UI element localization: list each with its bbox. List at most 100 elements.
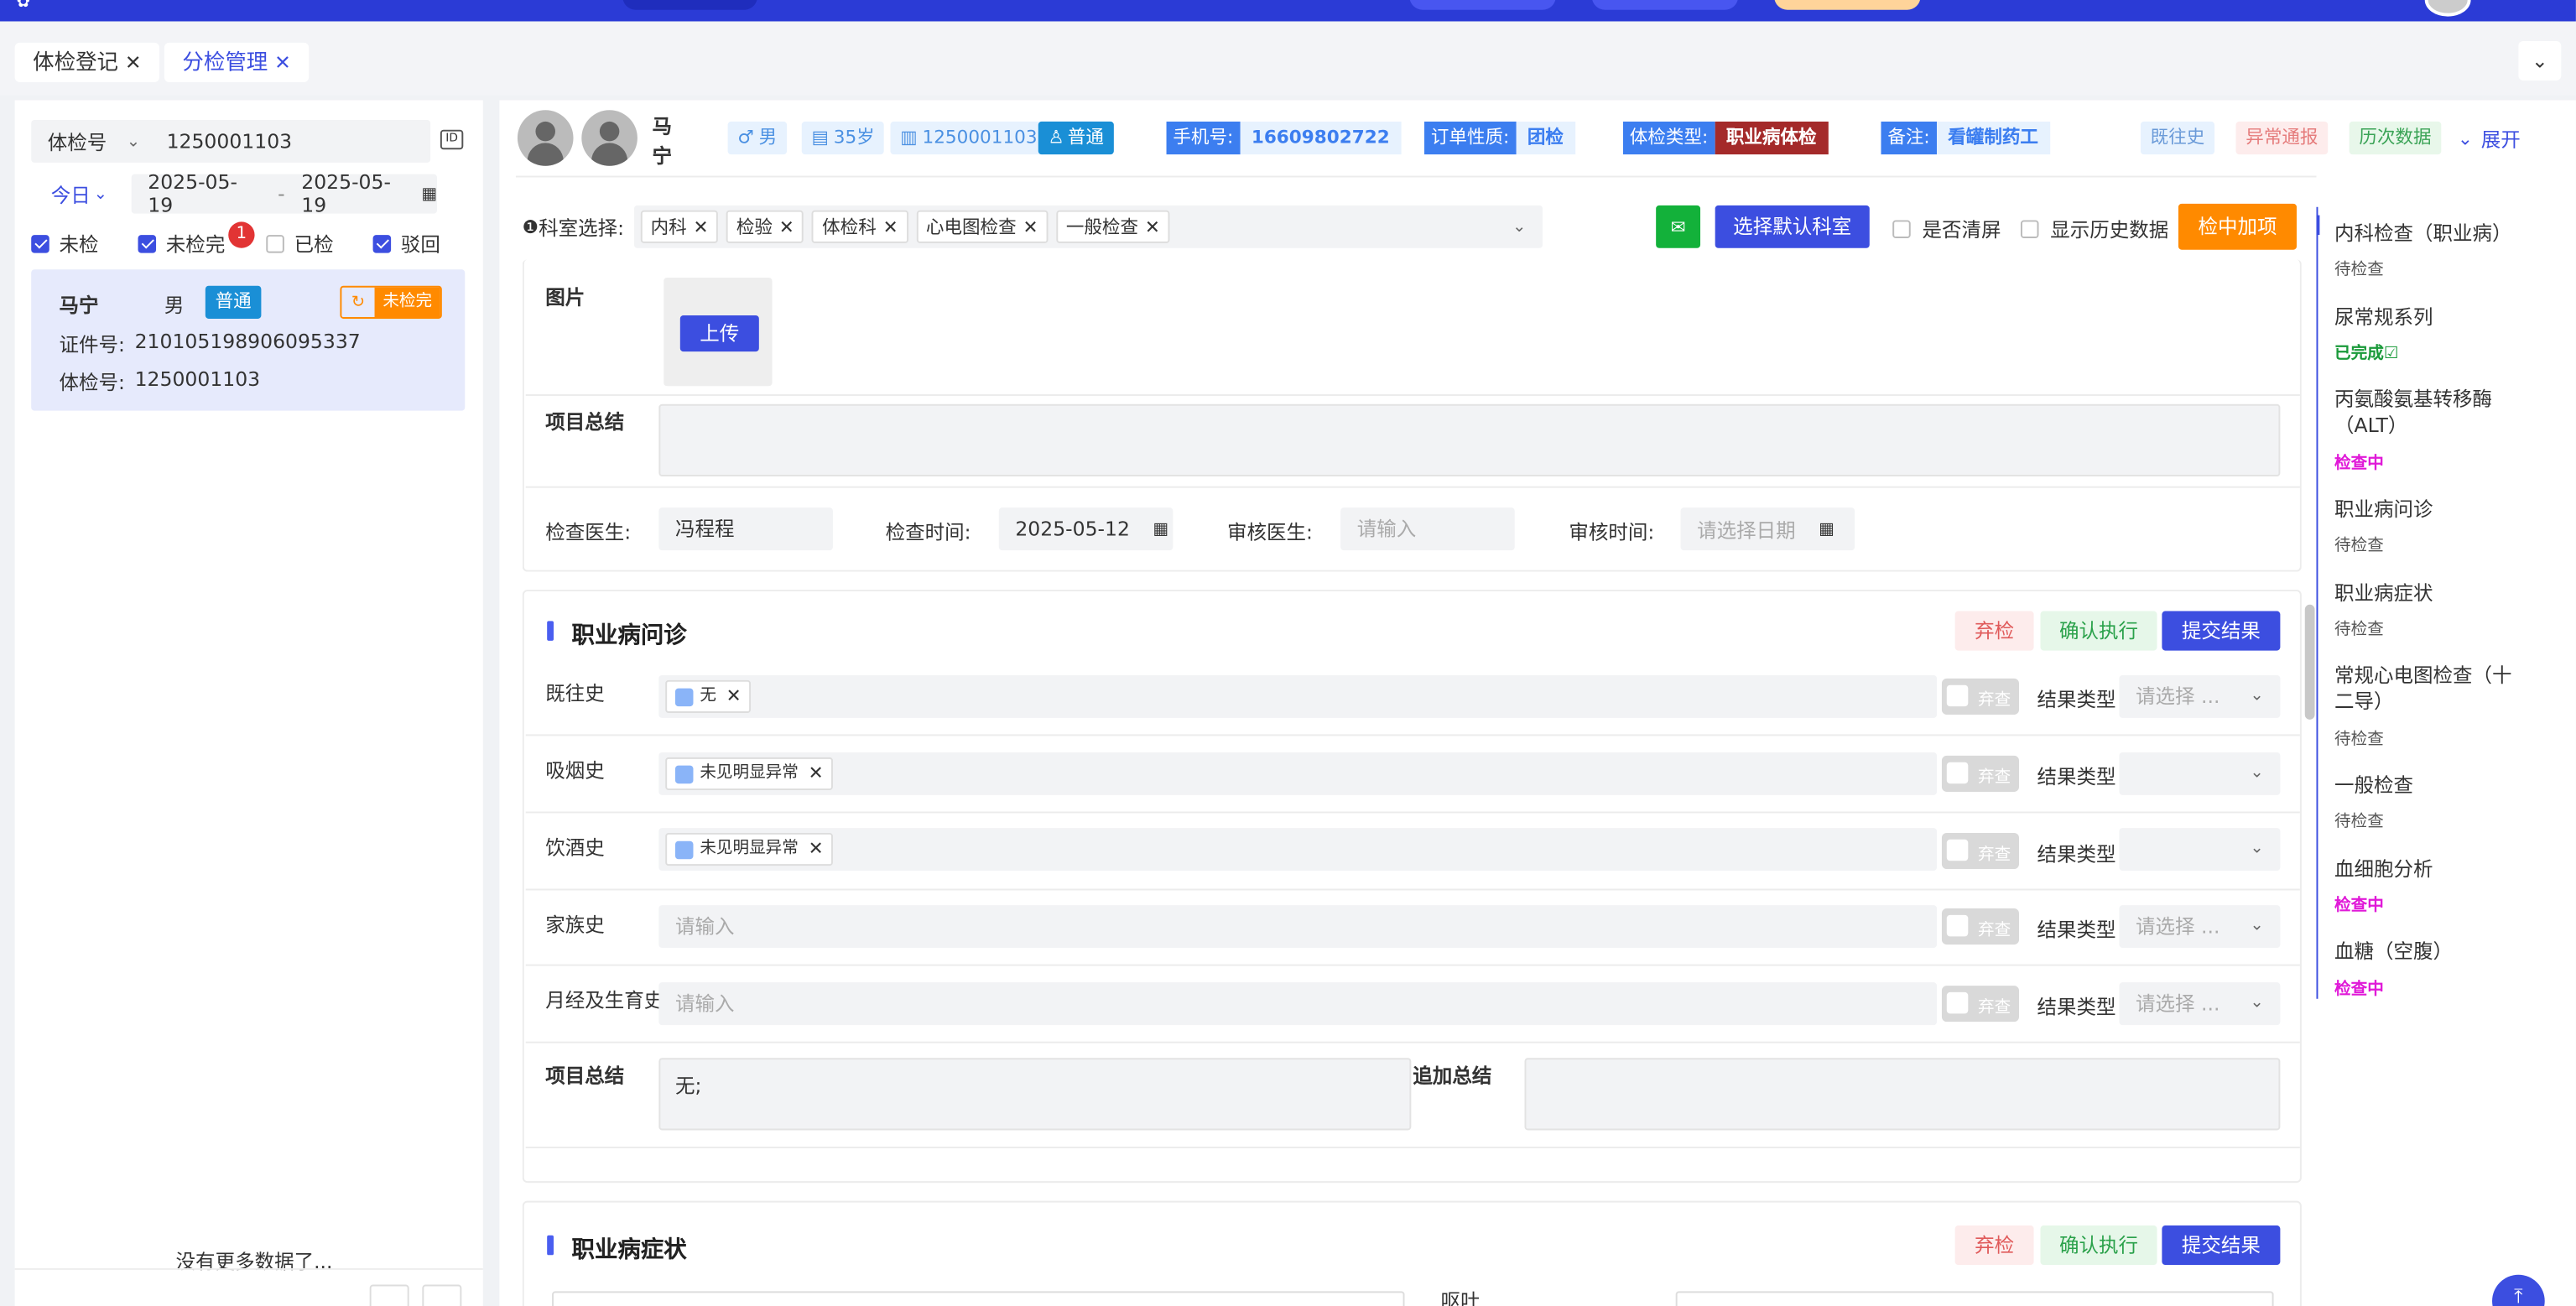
result-type-select[interactable]: 请选择 ... ⌄ <box>2119 905 2281 949</box>
nav-item-name[interactable]: 一般检查 <box>2334 772 2413 798</box>
dept-chip[interactable]: 心电图检查 ✕ <box>916 210 1049 243</box>
nav-item-name[interactable]: 职业病症状 <box>2334 580 2433 606</box>
exam-time-picker[interactable]: 2025-05-12 ▦ <box>998 507 1174 551</box>
exam-no-tag: ▥ 1250001103 <box>890 121 1048 155</box>
close-icon[interactable]: ✕ <box>274 51 291 74</box>
nav-pill-3[interactable] <box>1774 0 1921 10</box>
close-icon[interactable]: ✕ <box>1145 216 1160 237</box>
filter-incomplete[interactable]: 未检完 <box>138 230 225 258</box>
nav-pill-2[interactable] <box>1591 0 1739 10</box>
value-tag[interactable]: 未见明显异常 ✕ <box>665 757 834 791</box>
scroll-up-button[interactable] <box>369 1284 409 1306</box>
upload-button[interactable]: 上传 <box>679 315 759 352</box>
abandon-toggle[interactable]: 弃查 <box>1941 755 2019 792</box>
abandon-button[interactable]: 弃检 <box>1954 611 2034 651</box>
search-type-select[interactable]: 体检号 <box>48 127 127 155</box>
expand-button[interactable]: ⌄ 展开 <box>2458 125 2521 153</box>
dept-multiselect[interactable]: 内科 ✕ 检验 ✕ 体检科 ✕ 心电图检查 ✕ 一般检查 ✕ ⌄ <box>633 205 1543 248</box>
confirm-execute-button[interactable]: 确认执行 <box>2040 1225 2157 1266</box>
result-type-select[interactable]: 请选择 ... ⌄ <box>2119 674 2281 718</box>
nav-item-name[interactable]: 血糖（空腹） <box>2334 938 2453 964</box>
submit-result-button[interactable]: 提交结果 <box>2162 1225 2281 1266</box>
history-button[interactable]: 既往史 <box>2140 121 2215 155</box>
symptom-partial-box-right[interactable] <box>1675 1291 2274 1306</box>
abandon-button[interactable]: 弃检 <box>1954 1225 2034 1266</box>
message-button[interactable]: ✉ <box>1656 205 1701 248</box>
id-card-reader-icon[interactable]: ID <box>440 129 464 150</box>
nav-item-name[interactable]: 常规心电图检查（十二导） <box>2334 662 2518 715</box>
nav-item-name[interactable]: 尿常规系列 <box>2334 304 2433 330</box>
close-icon[interactable]: ✕ <box>693 216 708 237</box>
result-type-select[interactable]: 请选择 ... ⌄ <box>2119 982 2281 1026</box>
symptom-partial-box-left[interactable] <box>552 1291 1405 1306</box>
checkbox[interactable] <box>31 235 49 253</box>
date-preset-select[interactable]: 今日 ⌄ <box>51 180 107 208</box>
tab-exam-register[interactable]: 体检登记 ✕ <box>14 42 160 82</box>
barcode-icon: ▥ <box>900 126 918 148</box>
scroll-down-button[interactable] <box>422 1284 462 1306</box>
close-icon[interactable]: ✕ <box>809 828 824 871</box>
abandon-toggle[interactable]: 弃查 <box>1941 678 2019 715</box>
filter-checked[interactable]: 已检 <box>266 230 334 258</box>
result-type-select[interactable]: ⌄ <box>2119 828 2281 872</box>
checkbox[interactable] <box>266 235 284 253</box>
user-avatar[interactable] <box>2424 0 2471 17</box>
date-range-picker[interactable]: 2025-05-19 - 2025-05-19 ▦ <box>131 171 437 217</box>
filter-unchecked[interactable]: 未检 <box>31 230 99 258</box>
review-doctor-input[interactable]: 请输入 <box>1340 507 1515 551</box>
nav-pill-1[interactable] <box>1409 0 1556 10</box>
tab-exam-management[interactable]: 分检管理 ✕ <box>164 42 310 82</box>
dept-chip[interactable]: 体检科 ✕ <box>812 210 908 243</box>
nav-item-name[interactable]: 职业病问诊 <box>2334 496 2433 522</box>
smoking-history-field[interactable]: 未见明显异常 ✕ <box>658 752 1938 795</box>
past-history-field[interactable]: 无 ✕ <box>658 674 1938 718</box>
abnormal-report-button[interactable]: 异常通报 <box>2235 121 2329 155</box>
nav-active-item[interactable] <box>622 0 757 10</box>
abandon-toggle[interactable]: 弃查 <box>1941 908 2019 945</box>
family-history-input[interactable]: 请输入 <box>658 905 1938 949</box>
dept-chip[interactable]: 内科 ✕ <box>640 210 719 243</box>
menstrual-history-input[interactable]: 请输入 <box>658 982 1938 1026</box>
close-icon[interactable]: ✕ <box>883 216 898 237</box>
dept-chip[interactable]: 检验 ✕ <box>726 210 804 243</box>
level-badge: 普通 <box>205 285 262 319</box>
close-icon[interactable]: ✕ <box>1023 216 1038 237</box>
item-summary-textarea[interactable]: 无; <box>658 1058 1412 1131</box>
review-doctor-label: 审核医生: <box>1226 520 1313 544</box>
close-icon[interactable]: ✕ <box>809 752 824 795</box>
tabs-dropdown-button[interactable]: ⌄ <box>2518 40 2562 81</box>
phone-tag: 手机号: 16609802722 <box>1166 121 1402 155</box>
nav-item-name[interactable]: 内科检查（职业病） <box>2334 220 2512 246</box>
nav-item-name[interactable]: 血细胞分析 <box>2334 856 2433 882</box>
checkbox[interactable] <box>372 235 392 253</box>
review-time-picker[interactable]: 请选择日期 ▦ <box>1680 507 1855 551</box>
add-item-button[interactable]: 检中加项 <box>2178 203 2297 250</box>
dept-chip[interactable]: 一般检查 ✕ <box>1056 210 1170 243</box>
filter-rejected[interactable]: 驳回 <box>372 230 440 258</box>
result-type-select[interactable]: ⌄ <box>2119 752 2281 795</box>
confirm-execute-button[interactable]: 确认执行 <box>2040 611 2157 651</box>
item-summary-textarea[interactable] <box>658 403 2281 476</box>
close-icon[interactable]: ✕ <box>726 675 742 718</box>
default-dept-button[interactable]: 选择默认科室 <box>1715 205 1870 248</box>
value-tag[interactable]: 未见明显异常 ✕ <box>665 832 834 866</box>
abandon-toggle[interactable]: 弃查 <box>1941 832 2019 870</box>
show-history-checkbox[interactable]: 显示历史数据 <box>2020 216 2168 243</box>
clear-screen-checkbox[interactable]: 是否清屏 <box>1892 216 2001 243</box>
value-tag[interactable]: 无 ✕ <box>665 679 752 713</box>
search-input[interactable]: 1250001103 <box>167 130 293 153</box>
submit-result-button[interactable]: 提交结果 <box>2162 611 2281 651</box>
extra-summary-textarea[interactable] <box>1524 1058 2281 1131</box>
drinking-history-field[interactable]: 未见明显异常 ✕ <box>658 828 1938 872</box>
abandon-toggle[interactable]: 弃查 <box>1941 986 2019 1022</box>
close-icon[interactable]: ✕ <box>779 216 794 237</box>
main-scrollbar-thumb[interactable] <box>2304 604 2315 720</box>
checkbox[interactable] <box>1892 220 1911 238</box>
list-end-text: 没有更多数据了... <box>175 1250 333 1273</box>
past-data-button[interactable]: 历次数据 <box>2349 121 2442 155</box>
nav-item-name[interactable]: 丙氨酸氨基转移酶（ALT） <box>2334 386 2523 439</box>
checkbox[interactable] <box>2020 220 2039 238</box>
doctor-input[interactable]: 冯程程 <box>658 507 833 551</box>
checkbox[interactable] <box>138 235 157 253</box>
close-icon[interactable]: ✕ <box>125 51 142 74</box>
